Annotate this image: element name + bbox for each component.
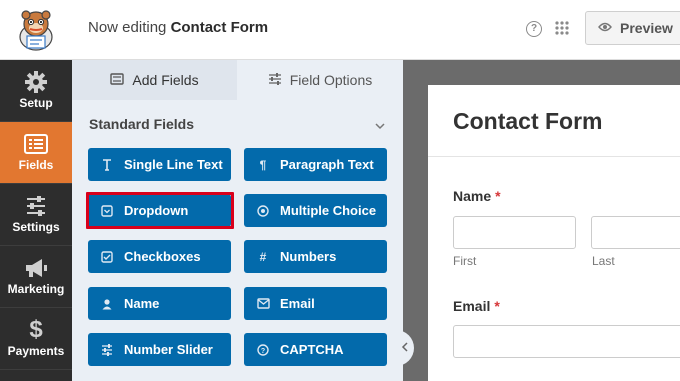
sliders-icon [24, 195, 48, 217]
nav-item-marketing[interactable]: Marketing [0, 246, 72, 308]
tab-field-options[interactable]: Field Options [237, 60, 403, 100]
field-button-captcha[interactable]: ? CAPTCHA [244, 333, 387, 366]
svg-text:?: ? [261, 348, 265, 355]
email-label-text: Email [453, 298, 491, 314]
nav-item-settings[interactable]: Settings [0, 184, 72, 246]
field-label: Multiple Choice [280, 203, 377, 218]
nav-item-payments[interactable]: $ Payments [0, 308, 72, 370]
preview-button[interactable]: Preview [585, 11, 680, 45]
field-label: Paragraph Text [280, 157, 374, 172]
paragraph-icon: ¶ [259, 157, 267, 172]
field-label: Dropdown [124, 203, 189, 218]
field-label: Single Line Text [124, 157, 223, 172]
preview-label: Preview [620, 20, 673, 36]
editing-prefix: Now editing [88, 19, 167, 36]
tab-label-add-fields: Add Fields [132, 72, 199, 88]
nav-item-fields[interactable]: Fields [0, 122, 72, 184]
last-sublabel: Last [592, 254, 615, 268]
nav-label-payments: Payments [7, 344, 65, 358]
help-icon[interactable]: ? [526, 21, 542, 37]
nav-label-settings: Settings [12, 220, 60, 234]
section-title[interactable]: Standard Fields [89, 116, 194, 132]
field-button-number-slider[interactable]: Number Slider [88, 333, 231, 366]
field-label: CAPTCHA [280, 342, 344, 357]
field-button-paragraph-text[interactable]: ¶ Paragraph Text [244, 148, 387, 181]
required-mark: * [495, 188, 501, 204]
question-circle-icon: ? [256, 343, 270, 357]
tab-add-fields[interactable]: Add Fields [72, 60, 237, 100]
megaphone-icon [24, 257, 48, 279]
eye-icon [598, 19, 612, 37]
nav-label-fields: Fields [18, 158, 54, 172]
checkbox-icon [100, 250, 114, 264]
field-button-numbers[interactable]: # Numbers [244, 240, 387, 273]
hash-icon: # [259, 249, 267, 264]
user-icon [100, 297, 114, 311]
left-nav: Setup Fields Settings Marketing $ Paymen… [0, 60, 72, 381]
dollar-icon: $ [29, 316, 43, 343]
field-button-multiple-choice[interactable]: Multiple Choice [244, 194, 387, 227]
text-cursor-icon [100, 158, 114, 172]
nav-label-marketing: Marketing [7, 282, 65, 296]
required-mark: * [494, 298, 500, 314]
radio-icon [256, 204, 270, 218]
name-field-label[interactable]: Name * [453, 188, 501, 204]
nav-label-setup: Setup [19, 96, 53, 110]
title-divider [428, 156, 680, 157]
fields-panel: Add Fields Field Options Standard Fields… [72, 60, 403, 381]
last-name-input[interactable] [591, 216, 680, 249]
form-name: Contact Form [170, 19, 269, 36]
field-label: Checkboxes [124, 249, 201, 264]
field-button-email[interactable]: Email [244, 287, 387, 320]
field-label: Number Slider [124, 342, 213, 357]
fields-icon [24, 133, 48, 155]
panel-tabs: Add Fields Field Options [72, 60, 403, 100]
list-icon [110, 72, 125, 88]
first-sublabel: First [453, 254, 477, 268]
field-label: Numbers [280, 249, 337, 264]
chevron-left-icon [401, 341, 409, 355]
field-button-single-line-text[interactable]: Single Line Text [88, 148, 231, 181]
top-bar: Now editing Contact Form ? Preview [0, 0, 680, 60]
envelope-icon [256, 297, 270, 311]
apps-grid-icon[interactable] [554, 20, 570, 36]
wpforms-logo[interactable] [0, 0, 72, 60]
email-input[interactable] [453, 325, 680, 358]
nav-item-setup[interactable]: Setup [0, 60, 72, 122]
field-button-checkboxes[interactable]: Checkboxes [88, 240, 231, 273]
editing-title: Now editing Contact Form [88, 19, 268, 36]
slider-icon [100, 343, 114, 357]
field-button-dropdown[interactable]: Dropdown [88, 194, 231, 227]
email-field-label[interactable]: Email * [453, 298, 500, 314]
field-label: Name [124, 296, 160, 311]
chevron-down-icon[interactable] [375, 118, 385, 130]
first-name-input[interactable] [453, 216, 576, 249]
name-label-text: Name [453, 188, 492, 204]
sliders-small-icon [268, 72, 282, 88]
field-button-name[interactable]: Name [88, 287, 231, 320]
gear-icon [24, 71, 48, 93]
tab-label-field-options: Field Options [289, 72, 373, 88]
dropdown-icon [100, 204, 114, 218]
field-label: Email [280, 296, 315, 311]
form-title[interactable]: Contact Form [453, 108, 603, 135]
